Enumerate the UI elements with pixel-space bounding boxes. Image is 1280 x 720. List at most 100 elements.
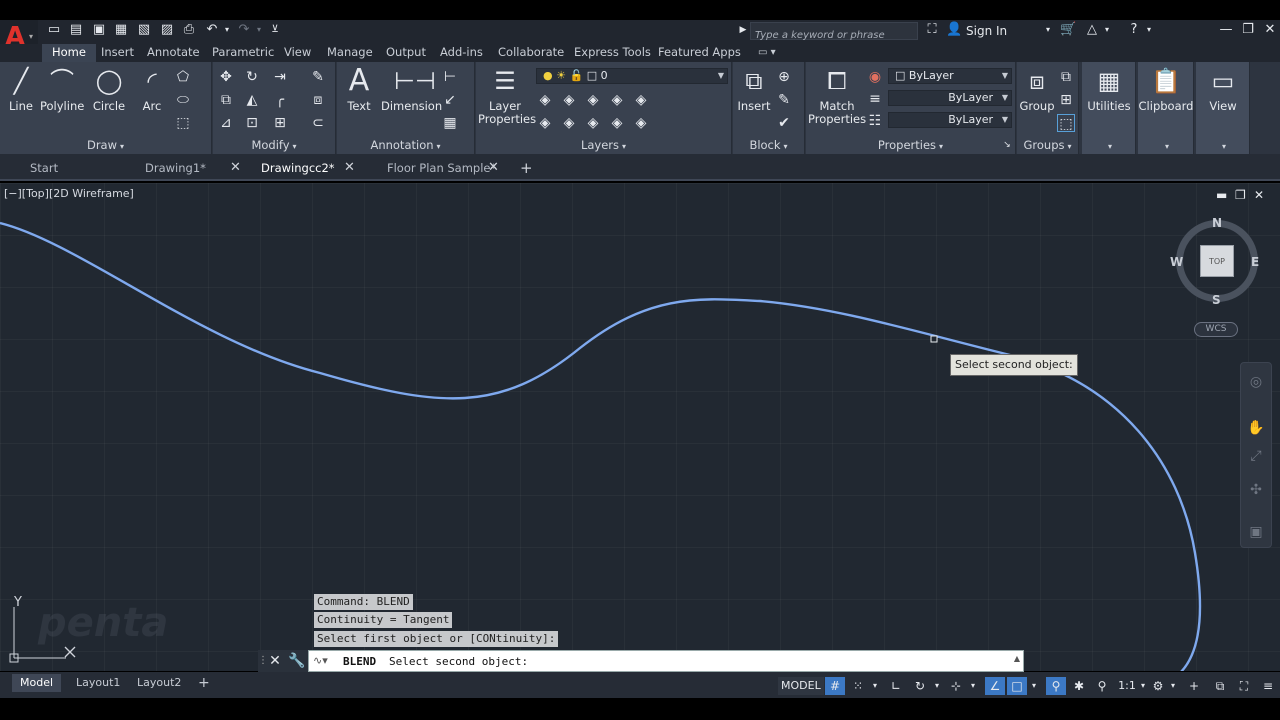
- snap-dropdown-icon[interactable]: ▾: [870, 677, 880, 695]
- array-icon[interactable]: ⊞: [271, 114, 289, 132]
- sign-in-link[interactable]: Sign In: [966, 24, 1007, 38]
- tab-manage[interactable]: Manage: [327, 44, 373, 62]
- isolate-objects-icon[interactable]: ⧉: [1210, 677, 1230, 695]
- undo-dropdown-icon[interactable]: ▾: [222, 22, 232, 38]
- wrench-icon[interactable]: 🔧: [288, 652, 306, 670]
- insert-block-button[interactable]: ⧉ Insert: [735, 66, 773, 113]
- new-file-icon[interactable]: ▭: [46, 22, 62, 38]
- wcs-dropdown[interactable]: WCS: [1194, 322, 1238, 337]
- tab-featured-apps[interactable]: Featured Apps: [658, 44, 741, 62]
- group-edit-icon[interactable]: ⊞: [1057, 91, 1075, 109]
- grid-icon[interactable]: #: [825, 677, 845, 695]
- customization-icon[interactable]: ≡: [1258, 677, 1278, 695]
- arc-button[interactable]: ◜ Arc: [134, 66, 170, 113]
- block-panel-title[interactable]: Block ▾: [733, 138, 804, 152]
- restore-icon[interactable]: ❐: [1240, 22, 1256, 38]
- layer-dropdown[interactable]: ● ☀ 🔓 □ 0 ▼: [536, 68, 728, 84]
- annotation-monitor-icon[interactable]: +: [1184, 677, 1204, 695]
- layer-tool-4-icon[interactable]: ◈: [608, 91, 626, 109]
- layer-tool-7-icon[interactable]: ◈: [560, 114, 578, 132]
- properties-panel-title[interactable]: Properties ▾: [806, 138, 1015, 152]
- rectangle-icon[interactable]: ⬚: [174, 114, 192, 132]
- linetype-dropdown[interactable]: ByLayer ▼: [888, 90, 1012, 106]
- view-panel[interactable]: ▭ View ▾: [1196, 62, 1250, 154]
- draw-panel-title[interactable]: Draw ▾: [0, 138, 211, 152]
- modify-panel-title[interactable]: Modify ▾: [213, 138, 335, 152]
- panel-launcher-icon[interactable]: ↘: [998, 136, 1016, 154]
- new-tab-icon[interactable]: +: [520, 157, 533, 179]
- doc-tab-drawingcc2[interactable]: Drawingcc2*: [261, 157, 335, 179]
- group-button[interactable]: ⧈ Group: [1019, 66, 1055, 113]
- add-layout-icon[interactable]: +: [190, 674, 218, 692]
- close-icon[interactable]: ✕: [488, 157, 499, 179]
- save-as-icon[interactable]: ▦: [113, 22, 129, 38]
- trim-icon[interactable]: ⇥: [271, 68, 289, 86]
- scale-dropdown-icon[interactable]: ▾: [1138, 677, 1148, 695]
- drag-handle-icon[interactable]: ⋮: [258, 652, 268, 670]
- undo-icon[interactable]: ↶: [204, 22, 220, 38]
- polyline-button[interactable]: ⌒ Polyline: [40, 66, 84, 113]
- fillet-icon[interactable]: ╭: [271, 91, 289, 109]
- copy-icon[interactable]: ⧉: [217, 91, 235, 109]
- customize-toolbar-icon[interactable]: ⊻: [268, 22, 282, 38]
- doc-tab-start[interactable]: Start: [30, 157, 58, 179]
- group-selection-icon[interactable]: ⬚: [1057, 114, 1075, 132]
- snap-icon[interactable]: ⁙: [848, 677, 868, 695]
- utilities-panel[interactable]: ▦ Utilities ▾: [1082, 62, 1136, 154]
- ellipse-icon[interactable]: ⬭: [174, 91, 192, 109]
- layer-tool-8-icon[interactable]: ◈: [584, 114, 602, 132]
- mirror-icon[interactable]: ◭: [243, 91, 261, 109]
- annotation-scale-icon[interactable]: ⚲: [1092, 677, 1112, 695]
- rotate-icon[interactable]: ↻: [243, 68, 261, 86]
- polygon-icon[interactable]: ⬠: [174, 68, 192, 86]
- erase-icon[interactable]: ✎: [309, 68, 327, 86]
- viewport-controls-label[interactable]: [−][Top][2D Wireframe]: [4, 187, 134, 200]
- polar-dropdown-icon[interactable]: ▾: [932, 677, 942, 695]
- tab-parametric[interactable]: Parametric: [212, 44, 274, 62]
- color-dropdown[interactable]: □ ByLayer ▼: [888, 68, 1012, 84]
- pan-icon[interactable]: ✋: [1247, 419, 1265, 437]
- text-button[interactable]: A Text: [341, 66, 377, 113]
- close-icon[interactable]: ✕: [1262, 22, 1278, 38]
- tab-view[interactable]: View: [284, 44, 311, 62]
- compass-west[interactable]: W: [1170, 255, 1183, 269]
- annotation-scale-value[interactable]: 1:1: [1114, 677, 1140, 695]
- tab-output[interactable]: Output: [386, 44, 426, 62]
- explode-icon[interactable]: ⧈: [309, 91, 327, 109]
- dimension-button[interactable]: ⊢⊣ Dimension: [381, 66, 442, 113]
- layer-properties-button[interactable]: ☰ Layer Properties: [478, 66, 536, 126]
- grip-point[interactable]: [930, 335, 938, 343]
- tab-express-tools[interactable]: Express Tools: [574, 44, 651, 62]
- annotation-visibility-icon[interactable]: ⚲: [1046, 677, 1066, 695]
- chevron-right-icon[interactable]: ▶: [738, 22, 748, 38]
- command-prompt-icon[interactable]: ∿▾: [313, 654, 328, 667]
- ungroup-icon[interactable]: ⧉: [1057, 68, 1075, 86]
- drawing-area[interactable]: [0, 183, 1280, 671]
- layer-tool-2-icon[interactable]: ◈: [560, 91, 578, 109]
- binoculars-icon[interactable]: ⛶: [924, 22, 940, 38]
- clipboard-panel[interactable]: 📋 Clipboard ▾: [1138, 62, 1194, 154]
- stretch-icon[interactable]: ⊿: [217, 114, 235, 132]
- layer-tool-10-icon[interactable]: ◈: [632, 114, 650, 132]
- object-snap-icon[interactable]: □: [1007, 677, 1027, 695]
- orbit-icon[interactable]: ✣: [1247, 481, 1265, 499]
- move-icon[interactable]: ✥: [217, 68, 235, 86]
- doc-tab-floor-plan-sample[interactable]: Floor Plan Sample*: [387, 157, 496, 179]
- line-button[interactable]: ╱ Line: [4, 66, 38, 113]
- command-line[interactable]: ∿▾ BLEND ▲: [308, 650, 1024, 672]
- compass-south[interactable]: S: [1212, 293, 1221, 307]
- workspace-gear-icon[interactable]: ⚙: [1148, 677, 1168, 695]
- polar-tracking-icon[interactable]: ↻: [910, 677, 930, 695]
- create-block-icon[interactable]: ⊕: [775, 68, 793, 86]
- layout-tab-model[interactable]: Model: [12, 674, 62, 692]
- compass-north[interactable]: N: [1212, 216, 1222, 230]
- minimize-icon[interactable]: —: [1218, 22, 1234, 38]
- annotation-panel-title[interactable]: Annotation ▾: [337, 138, 474, 152]
- search-box[interactable]: [750, 22, 918, 44]
- redo-dropdown-icon[interactable]: ▾: [254, 22, 264, 38]
- layer-tool-5-icon[interactable]: ◈: [632, 91, 650, 109]
- object-snap-dropdown-icon[interactable]: ▾: [1029, 677, 1039, 695]
- isodraft-dropdown-icon[interactable]: ▾: [968, 677, 978, 695]
- layer-tool-3-icon[interactable]: ◈: [584, 91, 602, 109]
- isodraft-icon[interactable]: ⊹: [946, 677, 966, 695]
